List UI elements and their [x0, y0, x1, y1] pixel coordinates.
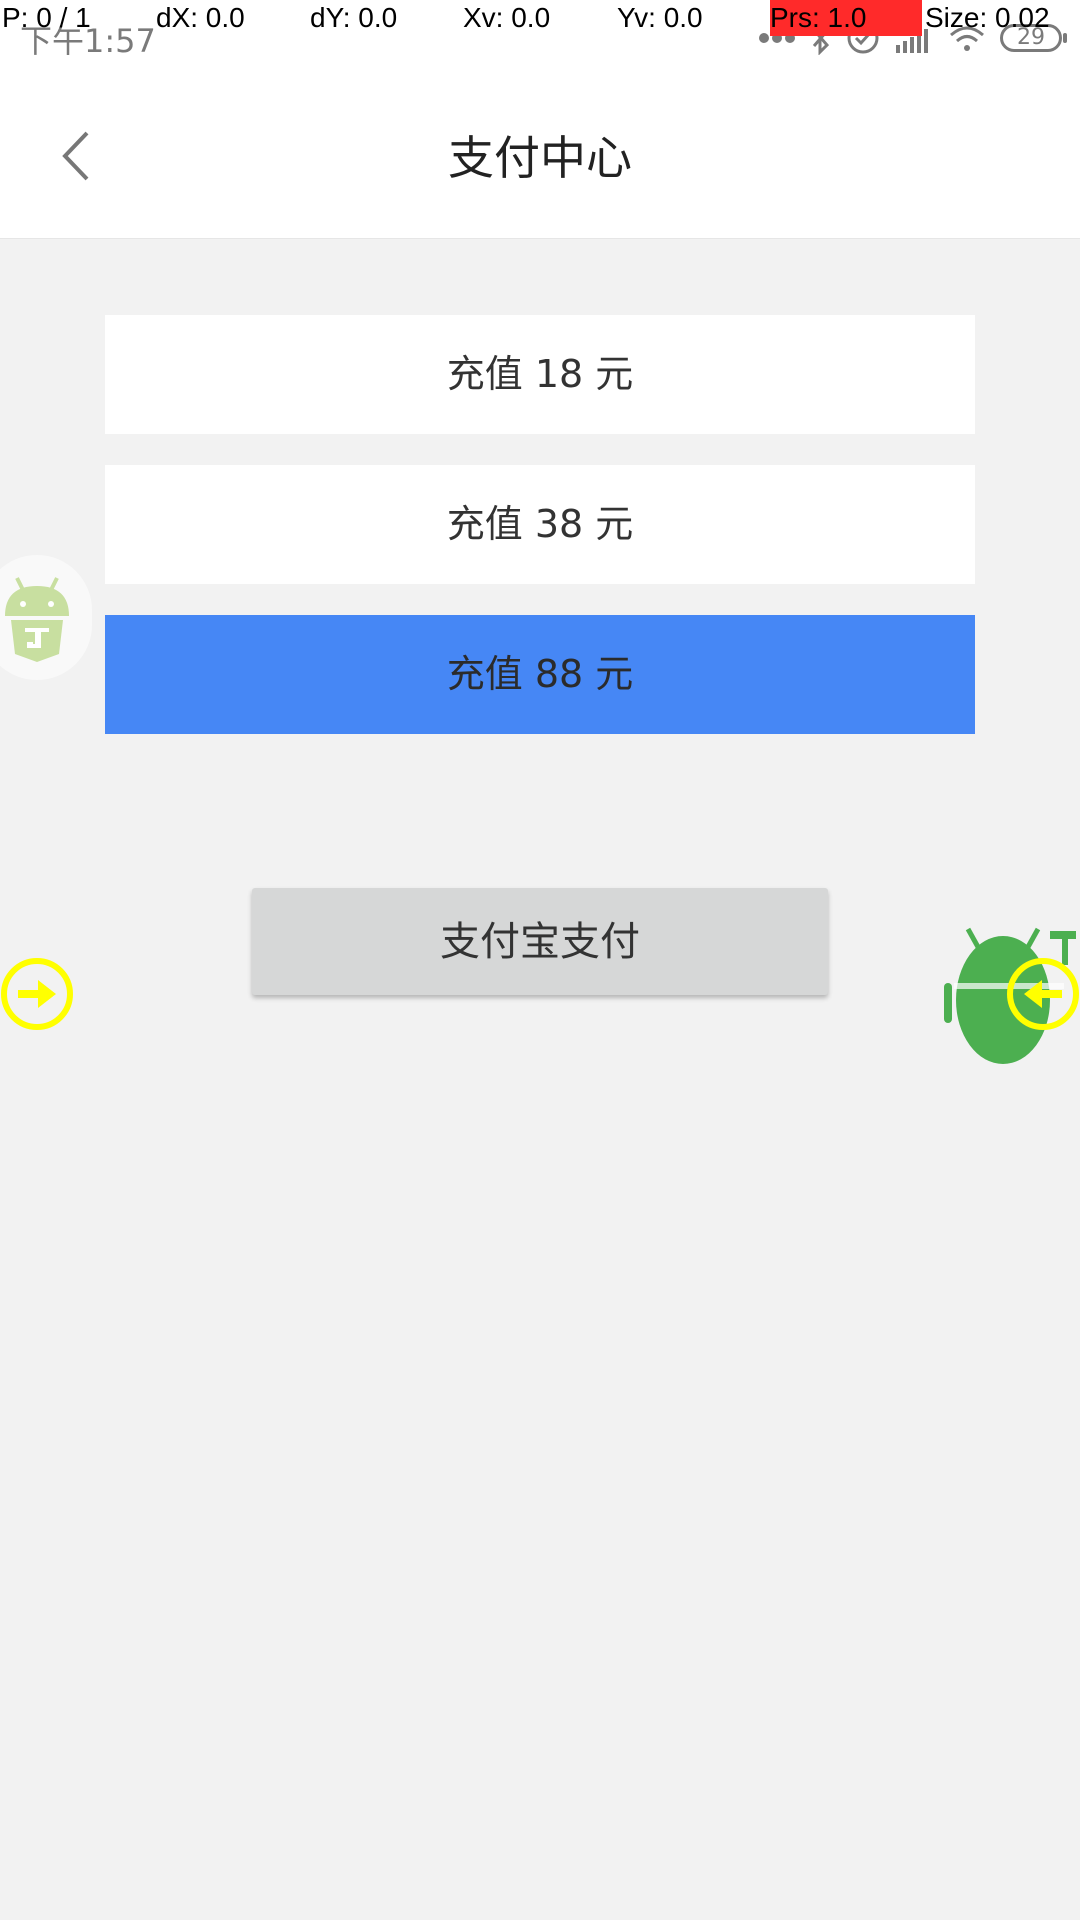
overlay-yv: Yv: 0.0	[617, 2, 703, 33]
back-button[interactable]	[40, 116, 110, 196]
overlay-dy: dY: 0.0	[310, 2, 398, 33]
recharge-option-88[interactable]: 充值 88 元	[105, 615, 975, 734]
overlay-pointer-count: P: 0 / 1	[2, 2, 91, 33]
overlay-pressure: Prs: 1.0	[770, 0, 922, 36]
page-title: 支付中心	[448, 131, 632, 185]
overlay-size: Size: 0.02	[925, 2, 1050, 33]
recharge-option-38[interactable]: 充值 38 元	[105, 465, 975, 584]
swipe-right-icon[interactable]	[0, 957, 75, 1032]
overlay-dx: dX: 0.0	[156, 2, 245, 33]
overlay-xv: Xv: 0.0	[463, 2, 551, 33]
android-js-icon	[5, 576, 69, 662]
floating-android-js-widget[interactable]	[0, 555, 92, 680]
alipay-pay-button[interactable]: 支付宝支付	[252, 888, 828, 995]
title-bar: 支付中心	[0, 78, 1080, 239]
swipe-left-icon[interactable]	[1005, 957, 1080, 1032]
pointer-location-overlay: P: 0 / 1 dX: 0.0 dY: 0.0 Xv: 0.0 Yv: 0.0…	[0, 0, 1080, 38]
recharge-option-18[interactable]: 充值 18 元	[105, 315, 975, 434]
chevron-left-icon	[62, 131, 89, 181]
